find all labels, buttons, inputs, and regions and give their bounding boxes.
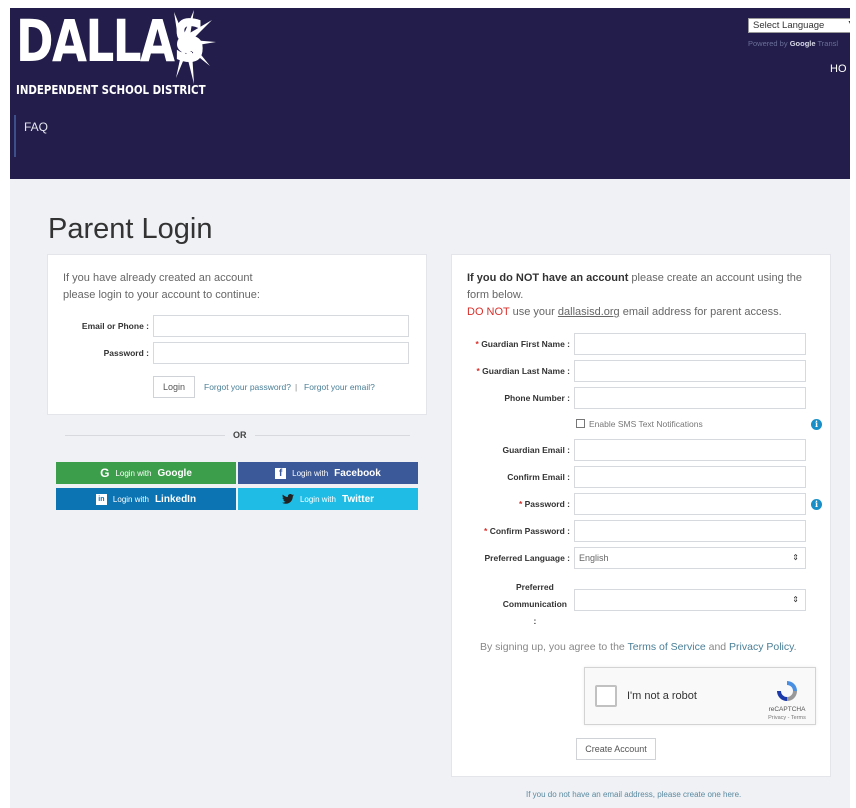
guardian-email-input[interactable]: [574, 439, 806, 461]
recaptcha-widget: I'm not a robot reCAPTCHA Privacy - Term…: [584, 667, 816, 725]
select-arrows-icon: ⇕: [792, 595, 799, 604]
recaptcha-logo-icon: [777, 681, 797, 701]
confirm-password-label: * Confirm Password :: [484, 526, 570, 536]
register-panel: If you do NOT have an account please cre…: [451, 254, 831, 777]
chevron-down-icon: ▼: [847, 20, 850, 27]
confirm-email-input[interactable]: [574, 466, 806, 488]
nav-faq-link[interactable]: FAQ: [24, 120, 48, 134]
email-phone-label: Email or Phone :: [81, 321, 149, 331]
last-name-label: * Guardian Last Name :: [476, 366, 570, 376]
recaptcha-brand: reCAPTCHA: [768, 706, 806, 713]
login-linkedin-button[interactable]: in Login with LinkedIn: [56, 488, 236, 510]
login-twitter-button[interactable]: Login with Twitter: [238, 488, 418, 510]
privacy-policy-link[interactable]: Privacy Policy: [729, 641, 794, 653]
phone-input[interactable]: [574, 387, 806, 409]
preferred-language-label: Preferred Language :: [484, 553, 571, 563]
or-text: OR: [233, 430, 247, 440]
sms-checkbox[interactable]: [576, 419, 585, 428]
confirm-password-input[interactable]: [574, 520, 806, 542]
first-name-input[interactable]: [574, 333, 806, 355]
login-button[interactable]: Login: [153, 376, 195, 398]
select-arrows-icon: ⇕: [792, 553, 799, 562]
email-phone-input[interactable]: [153, 315, 409, 337]
password-label: Password :: [103, 348, 149, 358]
facebook-icon: f: [275, 467, 287, 479]
nav-home-link[interactable]: HO: [830, 63, 847, 75]
register-password-input[interactable]: [574, 493, 806, 515]
nav-divider: [14, 115, 16, 157]
linkedin-icon: in: [95, 493, 107, 505]
preferred-communication-select[interactable]: ⇕: [574, 589, 806, 611]
last-name-input[interactable]: [574, 360, 806, 382]
confirm-email-label: Confirm Email :: [507, 472, 570, 482]
password-info-icon[interactable]: i: [811, 499, 822, 510]
register-password-label: * Password :: [518, 499, 570, 509]
login-facebook-button[interactable]: f Login with Facebook: [238, 462, 418, 484]
logo-star-icon: [174, 10, 216, 84]
register-warning: DO NOT use your dallasisd.org email addr…: [467, 306, 782, 318]
or-divider-right: [255, 435, 410, 436]
phone-label: Phone Number :: [504, 393, 570, 403]
language-select-value: Select Language: [753, 20, 825, 31]
google-icon: G: [100, 466, 110, 480]
forgot-password-link[interactable]: Forgot your password?: [204, 382, 291, 392]
page-title: Parent Login: [48, 213, 213, 245]
first-name-label: * Guardian First Name :: [475, 339, 571, 349]
create-email-link[interactable]: If you do not have an email address, ple…: [526, 790, 741, 799]
sms-info-icon[interactable]: i: [811, 419, 822, 430]
login-google-button[interactable]: G Login with Google: [56, 462, 236, 484]
sms-label: Enable SMS Text Notifications: [589, 419, 703, 429]
twitter-icon: [281, 494, 294, 504]
recaptcha-checkbox[interactable]: [595, 685, 617, 707]
google-translate-credit: Powered by Google Transl: [748, 39, 839, 48]
language-select[interactable]: Select Language ▼: [748, 18, 850, 33]
preferred-communication-label: Preferred Communication :: [502, 582, 567, 626]
password-input[interactable]: [153, 342, 409, 364]
guardian-email-label: Guardian Email :: [502, 445, 570, 455]
create-account-button[interactable]: Create Account: [576, 738, 656, 760]
site-header: DALLAS INDEPENDENT SCHOOL DISTRICT FAQ S…: [10, 8, 850, 179]
terms-of-service-link[interactable]: Terms of Service: [628, 641, 706, 653]
forgot-email-link[interactable]: Forgot your email?: [304, 382, 375, 392]
google-logo: Google: [789, 39, 816, 48]
logo-subtitle: INDEPENDENT SCHOOL DISTRICT: [16, 82, 206, 97]
register-intro: If you do NOT have an account please cre…: [467, 270, 822, 321]
preferred-language-select[interactable]: English ⇕: [574, 547, 806, 569]
page: DALLAS INDEPENDENT SCHOOL DISTRICT FAQ S…: [10, 8, 850, 808]
login-intro: If you have already created an account p…: [63, 272, 260, 301]
link-separator: |: [295, 382, 298, 392]
login-panel: If you have already created an account p…: [47, 254, 427, 415]
recaptcha-label: I'm not a robot: [627, 690, 697, 702]
dallasisd-domain: dallasisd.org: [557, 306, 620, 318]
or-divider-left: [65, 435, 225, 436]
recaptcha-terms[interactable]: Privacy - Terms: [763, 715, 811, 721]
terms-notice: By signing up, you agree to the Terms of…: [480, 641, 797, 653]
